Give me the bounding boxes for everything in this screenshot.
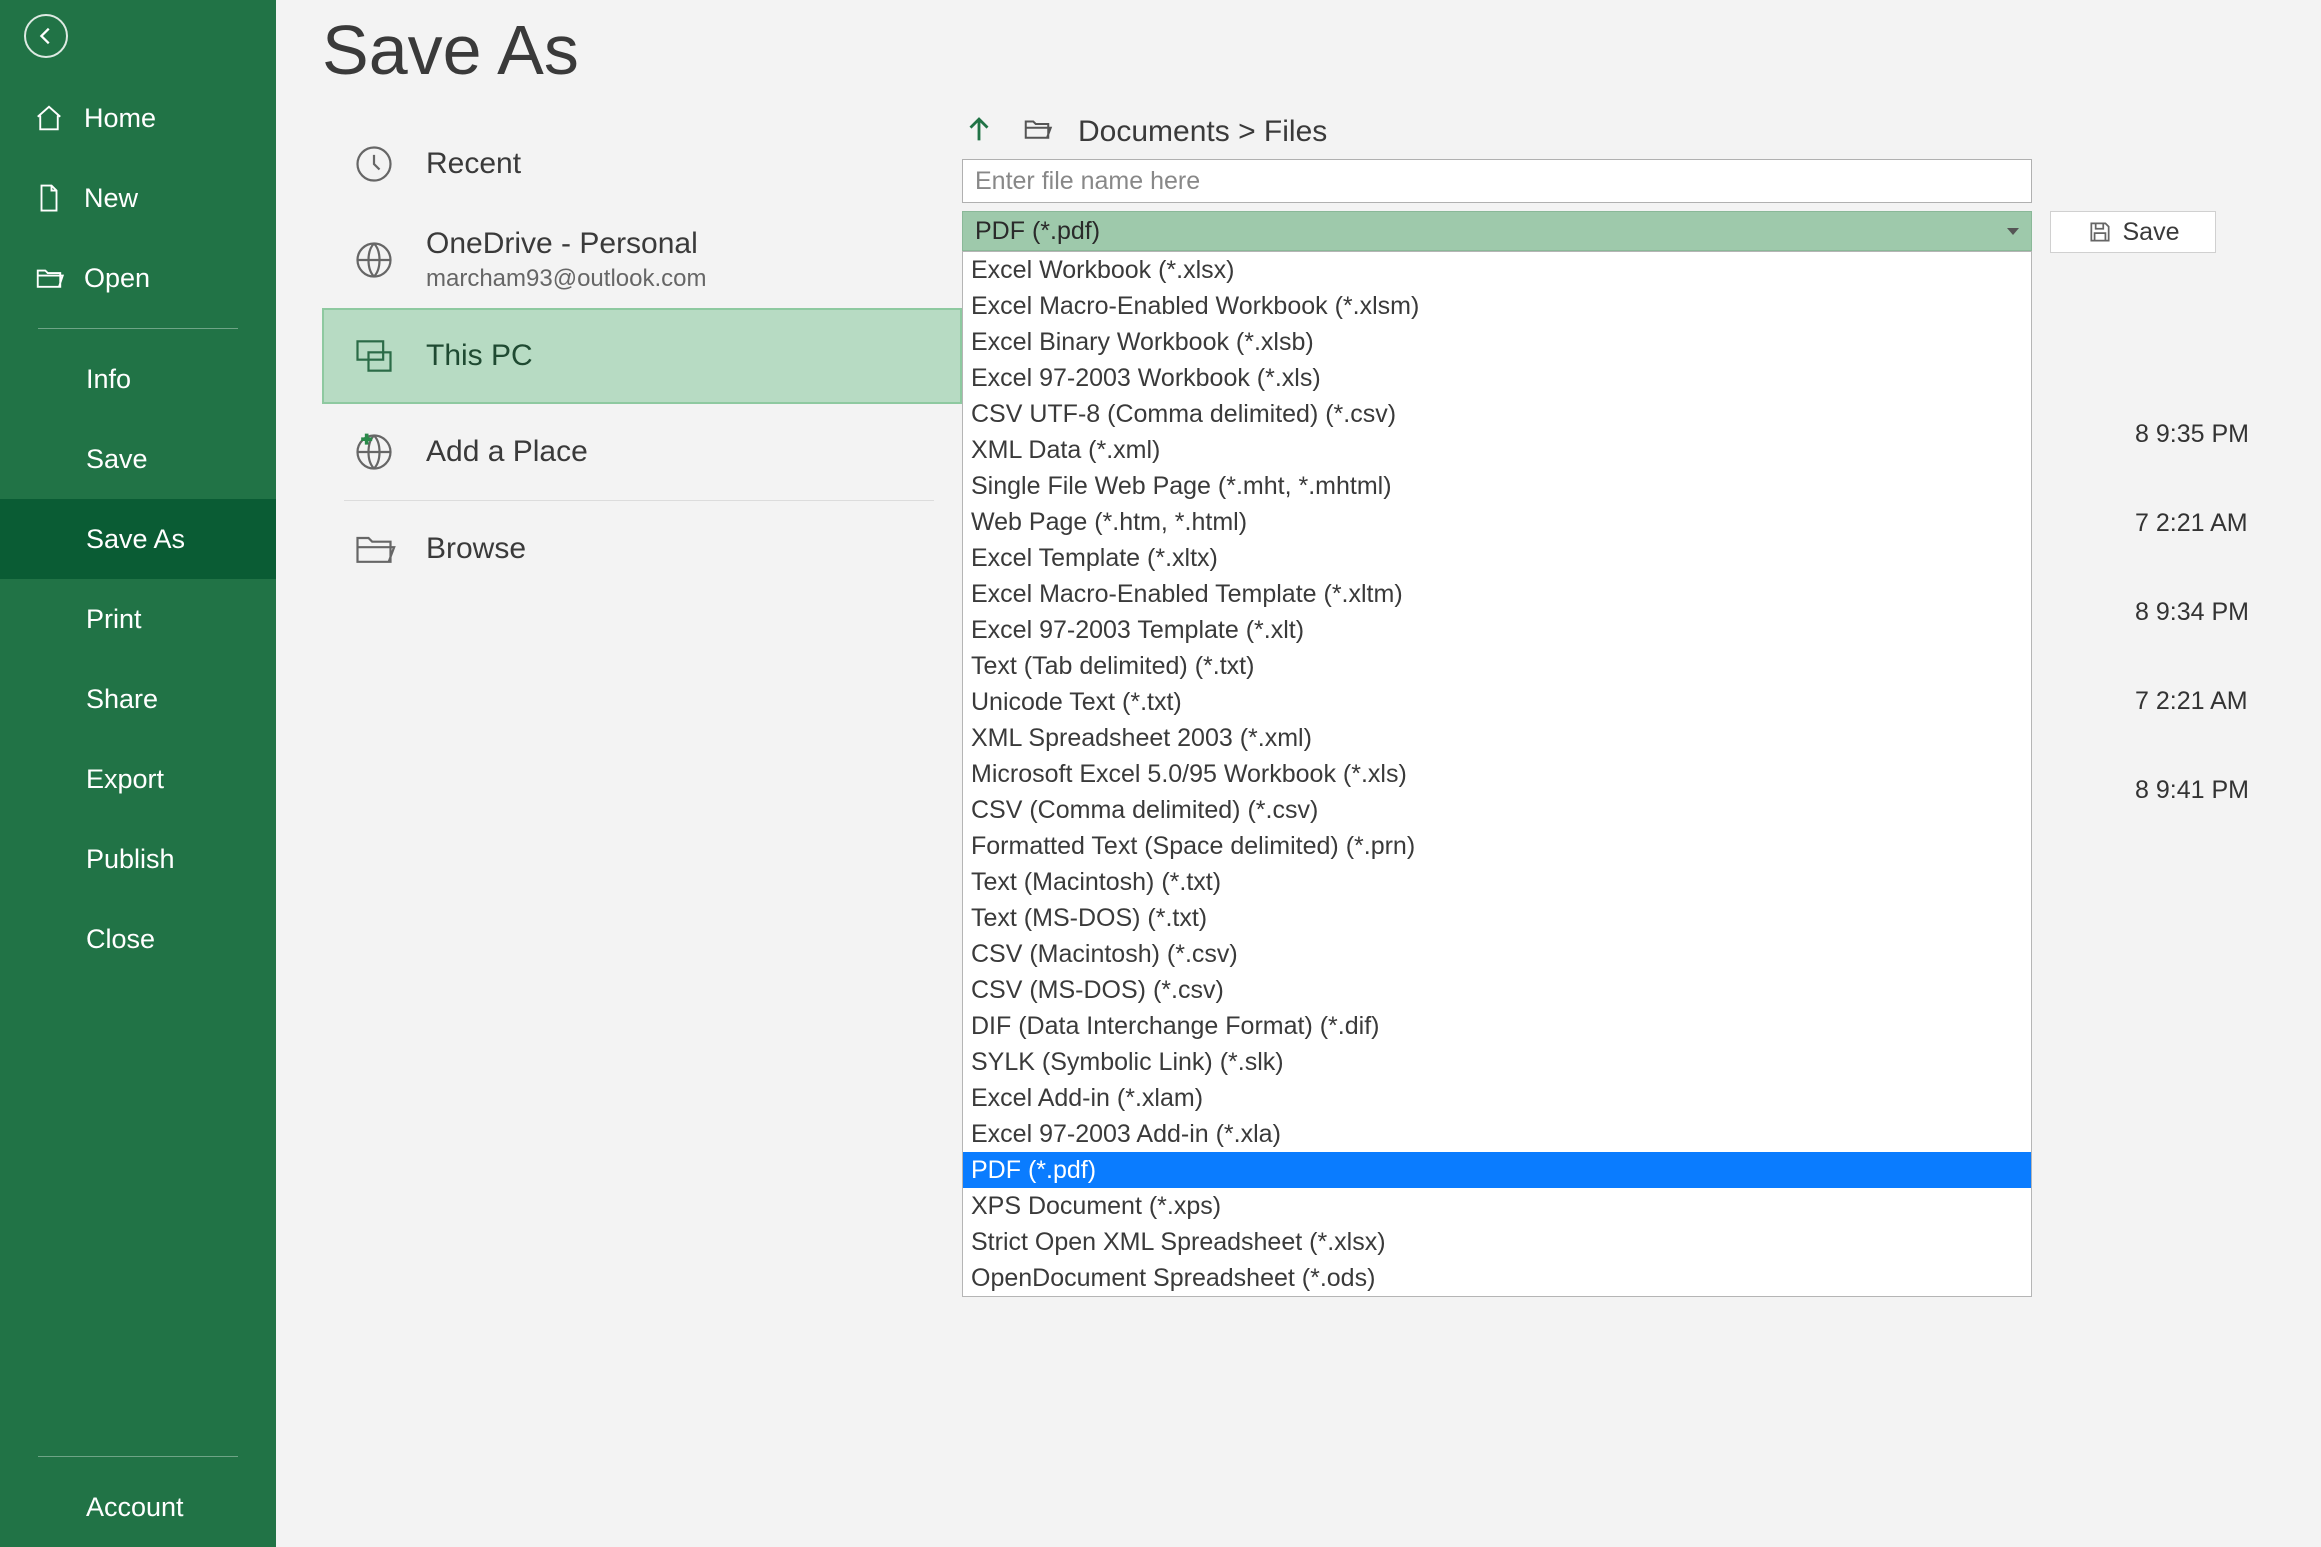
filetype-option[interactable]: Text (Macintosh) (*.txt) (963, 864, 2031, 900)
location-onedrive-name: OneDrive - Personal (426, 227, 706, 261)
breadcrumb[interactable]: Documents > Files (1078, 115, 1327, 149)
nav-save-label: Save (86, 444, 148, 475)
folder-open-icon (34, 263, 64, 293)
filetype-option[interactable]: PDF (*.pdf) (963, 1152, 2031, 1188)
nav-account[interactable]: Account (0, 1467, 276, 1547)
filetype-option[interactable]: Web Page (*.htm, *.html) (963, 504, 2031, 540)
filetype-option[interactable]: Excel 97-2003 Template (*.xlt) (963, 612, 2031, 648)
file-timestamp: 8 9:34 PM (2135, 598, 2249, 627)
nav-print-label: Print (86, 604, 142, 635)
filetype-option[interactable]: Excel 97-2003 Workbook (*.xls) (963, 360, 2031, 396)
filetype-option[interactable]: Excel Binary Workbook (*.xlsb) (963, 324, 2031, 360)
location-onedrive[interactable]: OneDrive - Personal marcham93@outlook.co… (322, 212, 962, 308)
locations-panel: Recent OneDrive - Personal marcham93@out… (322, 116, 962, 597)
arrow-left-icon (35, 25, 57, 47)
folder-browse-icon (344, 527, 404, 571)
document-new-icon (34, 183, 64, 213)
filetype-option[interactable]: Excel 97-2003 Add-in (*.xla) (963, 1116, 2031, 1152)
nav-info[interactable]: Info (0, 339, 276, 419)
nav-export[interactable]: Export (0, 739, 276, 819)
nav-save-as[interactable]: Save As (0, 499, 276, 579)
nav-share[interactable]: Share (0, 659, 276, 739)
file-timestamp: 7 2:21 AM (2135, 509, 2249, 538)
filetype-option[interactable]: CSV (Macintosh) (*.csv) (963, 936, 2031, 972)
nav-home-label: Home (84, 103, 156, 134)
location-recent-label: Recent (426, 147, 521, 181)
filetype-option[interactable]: Formatted Text (Space delimited) (*.prn) (963, 828, 2031, 864)
globe-icon (344, 238, 404, 282)
filetype-option[interactable]: XPS Document (*.xps) (963, 1188, 2031, 1224)
nav-new[interactable]: New (0, 158, 276, 238)
nav-publish[interactable]: Publish (0, 819, 276, 899)
filetype-option[interactable]: Microsoft Excel 5.0/95 Workbook (*.xls) (963, 756, 2031, 792)
filetype-select[interactable]: PDF (*.pdf) (962, 211, 2032, 251)
file-timestamp: 8 9:41 PM (2135, 776, 2249, 805)
file-timestamps-partial: 8 9:35 PM 7 2:21 AM 8 9:34 PM 7 2:21 AM 8 9:… (2135, 420, 2249, 805)
this-pc-icon (344, 334, 404, 378)
nav-close-label: Close (86, 924, 155, 955)
location-onedrive-email: marcham93@outlook.com (426, 265, 706, 293)
nav-divider (38, 328, 238, 329)
main-content: Save As Recent OneDrive - Personal march… (276, 0, 2321, 1547)
filetype-option[interactable]: Text (MS-DOS) (*.txt) (963, 900, 2031, 936)
location-recent[interactable]: Recent (322, 116, 962, 212)
backstage-sidebar: Home New Open Info Save Save As Print Sh… (0, 0, 276, 1547)
nav-export-label: Export (86, 764, 164, 795)
filetype-option[interactable]: Excel Macro-Enabled Workbook (*.xlsm) (963, 288, 2031, 324)
filetype-option[interactable]: Strict Open XML Spreadsheet (*.xlsx) (963, 1224, 2031, 1260)
add-place-icon (344, 430, 404, 474)
filetype-option[interactable]: Excel Workbook (*.xlsx) (963, 252, 2031, 288)
nav-account-label: Account (86, 1492, 184, 1523)
save-button[interactable]: Save (2050, 211, 2216, 253)
filetype-option[interactable]: Unicode Text (*.txt) (963, 684, 2031, 720)
filetype-option[interactable]: Text (Tab delimited) (*.txt) (963, 648, 2031, 684)
nav-close[interactable]: Close (0, 899, 276, 979)
nav-home[interactable]: Home (0, 78, 276, 158)
location-browse-label: Browse (426, 532, 526, 566)
save-button-label: Save (2123, 218, 2180, 247)
location-this-pc[interactable]: This PC (322, 308, 962, 404)
filetype-option[interactable]: XML Data (*.xml) (963, 432, 2031, 468)
filename-input[interactable] (962, 159, 2032, 203)
nav-new-label: New (84, 183, 138, 214)
filetype-option[interactable]: OpenDocument Spreadsheet (*.ods) (963, 1260, 2031, 1296)
chevron-down-icon (2007, 228, 2019, 235)
filetype-option[interactable]: Single File Web Page (*.mht, *.mhtml) (963, 468, 2031, 504)
file-timestamp: 7 2:21 AM (2135, 687, 2249, 716)
filetype-dropdown[interactable]: Excel Workbook (*.xlsx)Excel Macro-Enabl… (962, 251, 2032, 1297)
nav-open[interactable]: Open (0, 238, 276, 318)
back-button[interactable] (24, 14, 68, 58)
nav-publish-label: Publish (86, 844, 175, 875)
filetype-option[interactable]: DIF (Data Interchange Format) (*.dif) (963, 1008, 2031, 1044)
nav-info-label: Info (86, 364, 131, 395)
nav-open-label: Open (84, 263, 150, 294)
location-this-pc-label: This PC (426, 339, 533, 373)
page-title: Save As (322, 10, 962, 90)
nav-save[interactable]: Save (0, 419, 276, 499)
save-icon (2087, 219, 2113, 245)
nav-divider-bottom (38, 1456, 238, 1457)
file-timestamp: 8 9:35 PM (2135, 420, 2249, 449)
filetype-option[interactable]: Excel Add-in (*.xlam) (963, 1080, 2031, 1116)
filetype-option[interactable]: XML Spreadsheet 2003 (*.xml) (963, 720, 2031, 756)
current-folder-icon (1018, 114, 1056, 149)
location-add-place[interactable]: Add a Place (322, 404, 962, 500)
nav-share-label: Share (86, 684, 158, 715)
filetype-option[interactable]: CSV UTF-8 (Comma delimited) (*.csv) (963, 396, 2031, 432)
filetype-option[interactable]: Excel Template (*.xltx) (963, 540, 2031, 576)
location-browse[interactable]: Browse (322, 501, 962, 597)
filetype-option[interactable]: Excel Macro-Enabled Template (*.xltm) (963, 576, 2031, 612)
up-one-level-button[interactable] (962, 112, 996, 151)
nav-save-as-label: Save As (86, 524, 185, 555)
save-details-pane: Documents > Files PDF (*.pdf) Excel Work… (962, 0, 2321, 1547)
filetype-option[interactable]: CSV (MS-DOS) (*.csv) (963, 972, 2031, 1008)
filetype-option[interactable]: SYLK (Symbolic Link) (*.slk) (963, 1044, 2031, 1080)
clock-icon (344, 142, 404, 186)
filetype-selected-label: PDF (*.pdf) (975, 217, 1100, 246)
home-icon (34, 103, 64, 133)
location-add-place-label: Add a Place (426, 435, 588, 469)
nav-print[interactable]: Print (0, 579, 276, 659)
filetype-option[interactable]: CSV (Comma delimited) (*.csv) (963, 792, 2031, 828)
